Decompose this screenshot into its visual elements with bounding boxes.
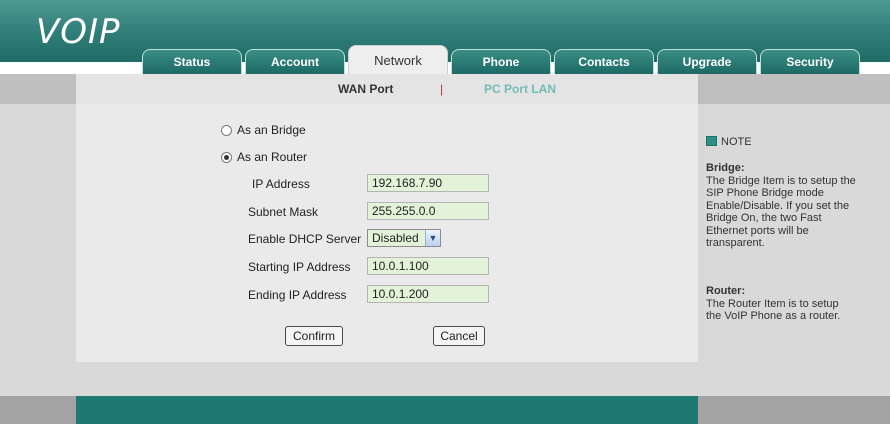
note-icon <box>706 136 717 147</box>
bridge-radio-label: As an Bridge <box>237 123 306 137</box>
tab-account[interactable]: Account <box>245 49 345 74</box>
subnav: WAN Port | PC Port LAN <box>76 74 698 104</box>
ending-ip-label: Ending IP Address <box>248 288 347 302</box>
router-radio[interactable] <box>221 152 232 163</box>
dhcp-server-label: Enable DHCP Server <box>248 232 362 246</box>
starting-ip-field[interactable]: 10.0.1.100 <box>367 257 489 275</box>
note-bridge: Bridge: The Bridge Item is to setup the … <box>706 162 856 250</box>
dhcp-server-value: Disabled <box>372 231 419 245</box>
radio-selected-dot <box>224 155 229 160</box>
subnet-mask-field[interactable]: 255.255.0.0 <box>367 202 489 220</box>
footer-left <box>0 396 76 424</box>
ip-address-label: IP Address <box>252 177 310 191</box>
confirm-button[interactable]: Confirm <box>285 326 343 346</box>
starting-ip-label: Starting IP Address <box>248 260 351 274</box>
note-router-title: Router: <box>706 285 746 297</box>
note-heading: NOTE <box>706 136 752 148</box>
ending-ip-field[interactable]: 10.0.1.200 <box>367 285 489 303</box>
panel-spacer <box>76 362 698 396</box>
note-router: Router: The Router Item is to setup the … <box>706 285 856 323</box>
subnav-pc-port-lan[interactable]: PC Port LAN <box>484 82 556 96</box>
footer-bar <box>76 396 698 424</box>
tab-status[interactable]: Status <box>142 49 242 74</box>
cancel-button[interactable]: Cancel <box>433 326 485 346</box>
left-margin <box>0 104 76 396</box>
subnet-mask-label: Subnet Mask <box>248 205 319 219</box>
ip-address-field[interactable]: 192.168.7.90 <box>367 174 489 192</box>
footer-right <box>698 396 890 424</box>
subnav-wan-port[interactable]: WAN Port <box>338 82 393 96</box>
tab-network[interactable]: Network <box>348 45 448 75</box>
router-radio-label: As an Router <box>237 150 308 164</box>
tab-phone[interactable]: Phone <box>451 49 551 74</box>
logo: VOIP <box>36 12 121 52</box>
tab-contacts[interactable]: Contacts <box>554 49 654 74</box>
note-bridge-text: The Bridge Item is to setup the SIP Phon… <box>706 174 856 250</box>
tab-upgrade[interactable]: Upgrade <box>657 49 757 74</box>
note-heading-label: NOTE <box>721 136 752 148</box>
tab-security[interactable]: Security <box>760 49 860 74</box>
subnav-separator: | <box>440 82 444 96</box>
note-bridge-title: Bridge: <box>706 162 745 174</box>
chevron-down-icon[interactable]: ▼ <box>425 230 440 246</box>
note-router-text: The Router Item is to setup the VoIP Pho… <box>706 297 841 323</box>
bridge-radio[interactable] <box>221 125 232 136</box>
dhcp-server-select[interactable]: Disabled ▼ <box>367 229 441 247</box>
